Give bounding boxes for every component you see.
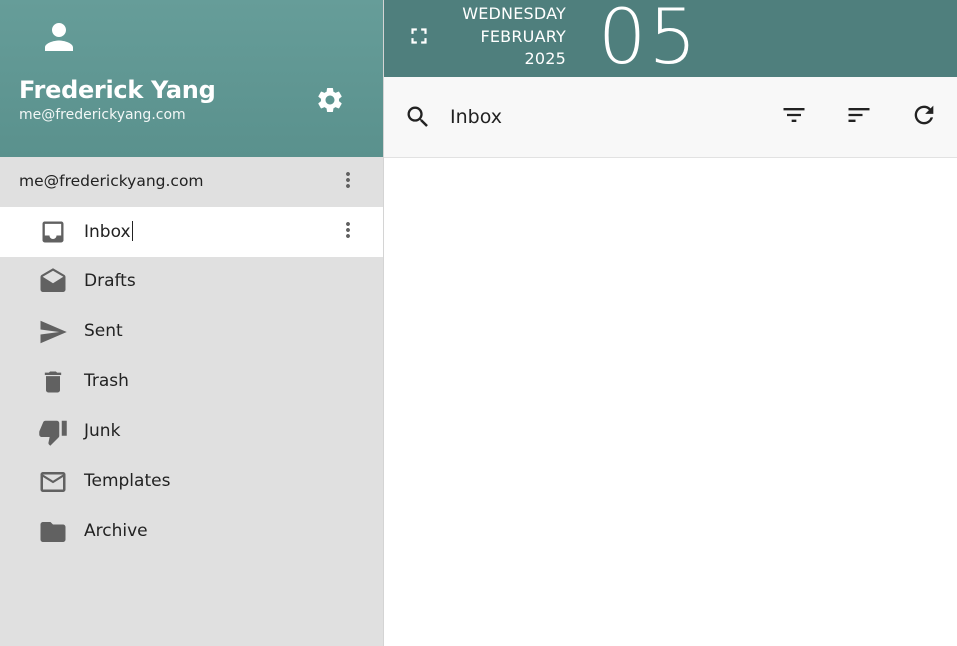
- folder-item-junk[interactable]: Junk: [0, 407, 383, 457]
- filter-icon: [780, 101, 808, 133]
- trash-icon: [38, 369, 68, 395]
- sidebar: Frederick Yang me@frederickyang.com me@f…: [0, 0, 384, 646]
- search-icon: [404, 103, 432, 131]
- month-label: FEBRUARY: [480, 26, 566, 46]
- thumbs-down-icon: [38, 419, 68, 446]
- drafts-icon: [38, 268, 68, 295]
- profile-name: Frederick Yang: [19, 76, 216, 104]
- day-number: 05: [598, 0, 699, 81]
- folder-icon: [38, 519, 68, 545]
- message-list-area: [384, 158, 957, 646]
- folder-label: Drafts: [84, 271, 136, 291]
- more-vert-icon: [336, 168, 360, 196]
- settings-button[interactable]: [314, 86, 346, 118]
- folder-label: Templates: [84, 471, 171, 491]
- folder-list: Inbox Drafts Sent Trash Junk Templates A…: [0, 207, 383, 557]
- folder-label: Archive: [84, 521, 148, 541]
- sort-button[interactable]: [845, 103, 873, 131]
- date-text: WEDNESDAY FEBRUARY 2025: [462, 3, 566, 71]
- folder-label: Junk: [84, 421, 121, 441]
- sort-icon: [845, 101, 873, 133]
- send-icon: [38, 319, 68, 345]
- folder-item-drafts[interactable]: Drafts: [0, 257, 383, 307]
- account-label: me@frederickyang.com: [19, 172, 204, 190]
- date-header: WEDNESDAY FEBRUARY 2025 05: [384, 0, 957, 81]
- year-label: 2025: [524, 49, 566, 68]
- folder-item-trash[interactable]: Trash: [0, 357, 383, 407]
- account-row[interactable]: me@frederickyang.com: [0, 157, 383, 207]
- weekday-label: WEDNESDAY: [462, 4, 566, 23]
- folder-label: Sent: [84, 321, 123, 341]
- search-input[interactable]: [450, 101, 750, 133]
- inbox-icon: [38, 219, 68, 245]
- folder-item-inbox[interactable]: Inbox: [0, 207, 383, 257]
- filter-button[interactable]: [780, 103, 808, 131]
- envelope-icon: [38, 469, 68, 495]
- gear-icon: [315, 85, 345, 119]
- folder-label: Inbox: [84, 222, 131, 242]
- folder-menu-button[interactable]: [336, 220, 360, 244]
- text-caret: [131, 221, 133, 241]
- fullscreen-icon: [406, 23, 432, 53]
- refresh-button[interactable]: [910, 103, 938, 131]
- search-toolbar: [384, 77, 957, 158]
- fullscreen-button[interactable]: [406, 25, 432, 51]
- folder-label: Trash: [84, 371, 129, 391]
- folder-item-archive[interactable]: Archive: [0, 507, 383, 557]
- folder-item-templates[interactable]: Templates: [0, 457, 383, 507]
- person-icon: [38, 16, 80, 58]
- profile-header: Frederick Yang me@frederickyang.com: [0, 0, 383, 157]
- refresh-icon: [910, 101, 938, 133]
- profile-email: me@frederickyang.com: [19, 107, 186, 123]
- folder-item-sent[interactable]: Sent: [0, 307, 383, 357]
- account-menu-button[interactable]: [336, 170, 360, 194]
- more-vert-icon: [336, 218, 360, 246]
